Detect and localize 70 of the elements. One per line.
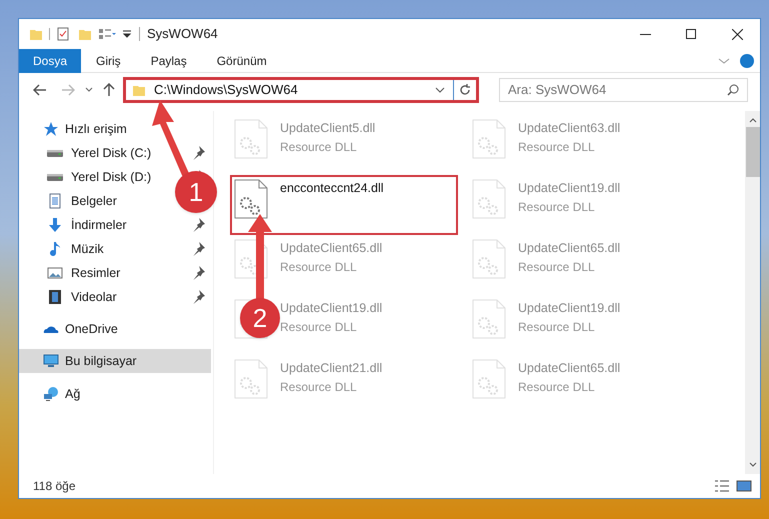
folder-icon	[132, 83, 146, 97]
scrollbar[interactable]	[745, 111, 760, 474]
file-type: Resource DLL	[280, 378, 358, 396]
sidebar-item[interactable]: Müzik	[47, 240, 104, 258]
sidebar-item[interactable]: Bu bilgisayar	[43, 352, 137, 370]
properties-icon[interactable]	[98, 27, 116, 41]
down-arrow-icon	[47, 217, 63, 233]
dll-file-icon	[234, 179, 268, 219]
scrollbar-thumb[interactable]	[746, 127, 760, 177]
ribbon-tab[interactable]: Giriş	[81, 48, 136, 72]
scroll-down-icon[interactable]	[748, 462, 756, 468]
checklist-icon[interactable]	[56, 27, 70, 41]
dll-file-icon	[472, 119, 506, 159]
film-icon	[47, 289, 63, 305]
dll-file-icon	[472, 179, 506, 219]
sidebar-item[interactable]: Belgeler	[47, 192, 117, 210]
drive-icon	[47, 174, 63, 180]
ribbon-tab[interactable]: Paylaş	[136, 48, 202, 72]
pin-icon[interactable]	[191, 266, 205, 280]
sidebar-item[interactable]: Yerel Disk (D:)	[47, 168, 152, 186]
document-icon	[47, 193, 63, 209]
details-view-icon[interactable]	[714, 479, 730, 493]
thumbnail-view-icon[interactable]	[736, 479, 752, 493]
sidebar-item[interactable]: Ağ	[43, 384, 80, 404]
scroll-up-icon[interactable]	[748, 117, 756, 123]
pin-icon[interactable]	[191, 290, 205, 304]
file-type: Resource DLL	[518, 318, 596, 336]
dll-file-icon	[472, 359, 506, 399]
ribbon-tab[interactable]: Dosya	[19, 48, 82, 72]
sidebar-item[interactable]: Yerel Disk (C:)	[47, 144, 152, 162]
sidebar-item[interactable]: İndirmeler	[47, 216, 127, 234]
picture-icon	[47, 265, 63, 281]
dll-file-icon	[472, 299, 506, 339]
address-field[interactable]: C:\Windows\SysWOW64	[123, 77, 479, 103]
dll-file-icon	[234, 359, 268, 399]
drive-icon	[47, 150, 63, 156]
dropdown-icon[interactable]	[122, 29, 132, 39]
star-icon	[43, 121, 59, 137]
search-input[interactable]: Ara: SysWOW64	[508, 80, 727, 100]
file-type: Resource DLL	[518, 198, 596, 216]
refresh-icon[interactable]	[459, 84, 471, 96]
monitor-icon	[43, 353, 59, 369]
network-icon	[43, 386, 59, 402]
sidebar-item[interactable]: OneDrive	[43, 320, 118, 338]
file-name[interactable]: encconteccnt24.dll	[280, 179, 384, 198]
file-type: Resource DLL	[280, 258, 358, 276]
ribbon-tab[interactable]: Görünüm	[202, 48, 282, 72]
file-type: Resource DLL	[518, 258, 596, 276]
pin-icon[interactable]	[191, 146, 205, 160]
close-icon	[732, 28, 742, 40]
dll-file-icon	[472, 239, 506, 279]
file-type: Resource DLL	[518, 378, 596, 396]
address-path: C:\Windows\SysWOW64	[154, 81, 298, 100]
file-type: Resource DLL	[518, 138, 596, 156]
sidebar-item[interactable]: Videolar	[47, 288, 117, 306]
item-count: 118 öğe	[33, 478, 76, 495]
up-arrow-icon[interactable]	[103, 83, 115, 97]
sidebar-item[interactable]: Resimler	[47, 264, 120, 282]
pin-icon[interactable]	[191, 218, 205, 232]
sidebar-item[interactable]: Hızlı erişim	[43, 120, 127, 138]
pin-icon[interactable]	[191, 242, 205, 256]
back-arrow-icon[interactable]	[33, 84, 47, 96]
chevron-down-icon[interactable]	[435, 87, 445, 93]
search-icon[interactable]	[727, 84, 739, 96]
file-type: Resource DLL	[280, 138, 358, 156]
search-field[interactable]: Ara: SysWOW64	[499, 78, 748, 102]
window-title: SysWOW64	[147, 25, 218, 44]
dll-file-icon	[234, 119, 268, 159]
chevron-down-icon[interactable]	[85, 87, 93, 93]
file-type: Resource DLL	[280, 318, 358, 336]
